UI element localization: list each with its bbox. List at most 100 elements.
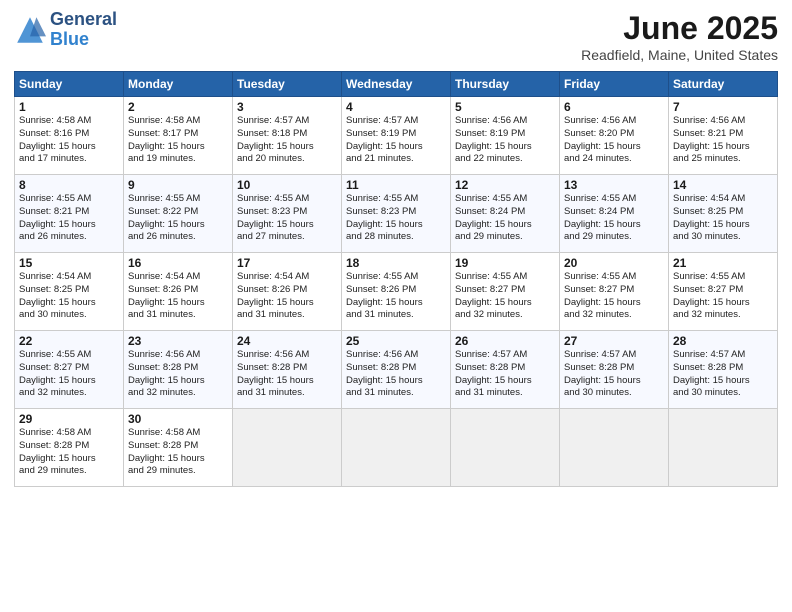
- calendar-cell: 7Sunrise: 4:56 AM Sunset: 8:21 PM Daylig…: [669, 97, 778, 175]
- day-info: Sunrise: 4:55 AM Sunset: 8:27 PM Dayligh…: [564, 271, 664, 322]
- calendar-cell: 25Sunrise: 4:56 AM Sunset: 8:28 PM Dayli…: [342, 331, 451, 409]
- page: General Blue June 2025 Readfield, Maine,…: [0, 0, 792, 612]
- calendar-cell: [560, 409, 669, 487]
- day-info: Sunrise: 4:54 AM Sunset: 8:25 PM Dayligh…: [19, 271, 119, 322]
- day-number: 25: [346, 334, 446, 348]
- calendar-week-1: 1Sunrise: 4:58 AM Sunset: 8:16 PM Daylig…: [15, 97, 778, 175]
- calendar-cell: 11Sunrise: 4:55 AM Sunset: 8:23 PM Dayli…: [342, 175, 451, 253]
- calendar-cell: 17Sunrise: 4:54 AM Sunset: 8:26 PM Dayli…: [233, 253, 342, 331]
- calendar-cell: 19Sunrise: 4:55 AM Sunset: 8:27 PM Dayli…: [451, 253, 560, 331]
- calendar-cell: 2Sunrise: 4:58 AM Sunset: 8:17 PM Daylig…: [124, 97, 233, 175]
- calendar-cell: [451, 409, 560, 487]
- calendar-cell: 28Sunrise: 4:57 AM Sunset: 8:28 PM Dayli…: [669, 331, 778, 409]
- day-info: Sunrise: 4:54 AM Sunset: 8:25 PM Dayligh…: [673, 193, 773, 244]
- weekday-header-wednesday: Wednesday: [342, 72, 451, 97]
- weekday-header-sunday: Sunday: [15, 72, 124, 97]
- month-title: June 2025: [581, 10, 778, 47]
- day-number: 27: [564, 334, 664, 348]
- day-number: 2: [128, 100, 228, 114]
- calendar-cell: 26Sunrise: 4:57 AM Sunset: 8:28 PM Dayli…: [451, 331, 560, 409]
- day-number: 12: [455, 178, 555, 192]
- calendar-cell: [233, 409, 342, 487]
- day-info: Sunrise: 4:55 AM Sunset: 8:23 PM Dayligh…: [237, 193, 337, 244]
- day-info: Sunrise: 4:57 AM Sunset: 8:28 PM Dayligh…: [455, 349, 555, 400]
- day-info: Sunrise: 4:54 AM Sunset: 8:26 PM Dayligh…: [237, 271, 337, 322]
- calendar-cell: 15Sunrise: 4:54 AM Sunset: 8:25 PM Dayli…: [15, 253, 124, 331]
- location: Readfield, Maine, United States: [581, 47, 778, 63]
- day-info: Sunrise: 4:58 AM Sunset: 8:28 PM Dayligh…: [128, 427, 228, 478]
- calendar-table: SundayMondayTuesdayWednesdayThursdayFrid…: [14, 71, 778, 487]
- day-number: 28: [673, 334, 773, 348]
- logo-icon: [14, 14, 46, 46]
- logo: General Blue: [14, 10, 117, 50]
- day-number: 24: [237, 334, 337, 348]
- calendar-cell: 30Sunrise: 4:58 AM Sunset: 8:28 PM Dayli…: [124, 409, 233, 487]
- weekday-header-row: SundayMondayTuesdayWednesdayThursdayFrid…: [15, 72, 778, 97]
- day-info: Sunrise: 4:56 AM Sunset: 8:28 PM Dayligh…: [128, 349, 228, 400]
- calendar-cell: 9Sunrise: 4:55 AM Sunset: 8:22 PM Daylig…: [124, 175, 233, 253]
- calendar-cell: 10Sunrise: 4:55 AM Sunset: 8:23 PM Dayli…: [233, 175, 342, 253]
- calendar-cell: 27Sunrise: 4:57 AM Sunset: 8:28 PM Dayli…: [560, 331, 669, 409]
- day-number: 10: [237, 178, 337, 192]
- calendar-cell: 21Sunrise: 4:55 AM Sunset: 8:27 PM Dayli…: [669, 253, 778, 331]
- logo-blue-text: Blue: [50, 30, 117, 50]
- day-number: 17: [237, 256, 337, 270]
- day-number: 20: [564, 256, 664, 270]
- day-number: 14: [673, 178, 773, 192]
- weekday-header-thursday: Thursday: [451, 72, 560, 97]
- calendar-week-3: 15Sunrise: 4:54 AM Sunset: 8:25 PM Dayli…: [15, 253, 778, 331]
- day-info: Sunrise: 4:58 AM Sunset: 8:16 PM Dayligh…: [19, 115, 119, 166]
- calendar-cell: [669, 409, 778, 487]
- header: General Blue June 2025 Readfield, Maine,…: [14, 10, 778, 63]
- day-info: Sunrise: 4:56 AM Sunset: 8:19 PM Dayligh…: [455, 115, 555, 166]
- day-info: Sunrise: 4:55 AM Sunset: 8:21 PM Dayligh…: [19, 193, 119, 244]
- day-info: Sunrise: 4:58 AM Sunset: 8:28 PM Dayligh…: [19, 427, 119, 478]
- calendar-cell: 3Sunrise: 4:57 AM Sunset: 8:18 PM Daylig…: [233, 97, 342, 175]
- day-info: Sunrise: 4:56 AM Sunset: 8:21 PM Dayligh…: [673, 115, 773, 166]
- day-info: Sunrise: 4:56 AM Sunset: 8:28 PM Dayligh…: [237, 349, 337, 400]
- day-number: 6: [564, 100, 664, 114]
- day-info: Sunrise: 4:55 AM Sunset: 8:26 PM Dayligh…: [346, 271, 446, 322]
- calendar-cell: 14Sunrise: 4:54 AM Sunset: 8:25 PM Dayli…: [669, 175, 778, 253]
- weekday-header-saturday: Saturday: [669, 72, 778, 97]
- day-number: 11: [346, 178, 446, 192]
- calendar-cell: 8Sunrise: 4:55 AM Sunset: 8:21 PM Daylig…: [15, 175, 124, 253]
- calendar-week-4: 22Sunrise: 4:55 AM Sunset: 8:27 PM Dayli…: [15, 331, 778, 409]
- calendar-cell: 5Sunrise: 4:56 AM Sunset: 8:19 PM Daylig…: [451, 97, 560, 175]
- calendar-cell: 20Sunrise: 4:55 AM Sunset: 8:27 PM Dayli…: [560, 253, 669, 331]
- day-info: Sunrise: 4:55 AM Sunset: 8:27 PM Dayligh…: [455, 271, 555, 322]
- day-number: 4: [346, 100, 446, 114]
- day-info: Sunrise: 4:57 AM Sunset: 8:19 PM Dayligh…: [346, 115, 446, 166]
- calendar-cell: 18Sunrise: 4:55 AM Sunset: 8:26 PM Dayli…: [342, 253, 451, 331]
- day-number: 30: [128, 412, 228, 426]
- calendar-cell: 13Sunrise: 4:55 AM Sunset: 8:24 PM Dayli…: [560, 175, 669, 253]
- logo-general-text: General: [50, 10, 117, 30]
- weekday-header-tuesday: Tuesday: [233, 72, 342, 97]
- weekday-header-monday: Monday: [124, 72, 233, 97]
- calendar-cell: 22Sunrise: 4:55 AM Sunset: 8:27 PM Dayli…: [15, 331, 124, 409]
- day-info: Sunrise: 4:55 AM Sunset: 8:23 PM Dayligh…: [346, 193, 446, 244]
- calendar-week-5: 29Sunrise: 4:58 AM Sunset: 8:28 PM Dayli…: [15, 409, 778, 487]
- day-number: 16: [128, 256, 228, 270]
- calendar-cell: 1Sunrise: 4:58 AM Sunset: 8:16 PM Daylig…: [15, 97, 124, 175]
- day-number: 15: [19, 256, 119, 270]
- logo-text: General Blue: [50, 10, 117, 50]
- day-number: 21: [673, 256, 773, 270]
- calendar-cell: 29Sunrise: 4:58 AM Sunset: 8:28 PM Dayli…: [15, 409, 124, 487]
- day-number: 26: [455, 334, 555, 348]
- day-number: 29: [19, 412, 119, 426]
- calendar-cell: [342, 409, 451, 487]
- day-info: Sunrise: 4:58 AM Sunset: 8:17 PM Dayligh…: [128, 115, 228, 166]
- day-number: 18: [346, 256, 446, 270]
- day-info: Sunrise: 4:56 AM Sunset: 8:28 PM Dayligh…: [346, 349, 446, 400]
- day-info: Sunrise: 4:57 AM Sunset: 8:28 PM Dayligh…: [564, 349, 664, 400]
- day-number: 7: [673, 100, 773, 114]
- title-block: June 2025 Readfield, Maine, United State…: [581, 10, 778, 63]
- day-info: Sunrise: 4:55 AM Sunset: 8:27 PM Dayligh…: [673, 271, 773, 322]
- calendar-cell: 16Sunrise: 4:54 AM Sunset: 8:26 PM Dayli…: [124, 253, 233, 331]
- day-number: 13: [564, 178, 664, 192]
- calendar-week-2: 8Sunrise: 4:55 AM Sunset: 8:21 PM Daylig…: [15, 175, 778, 253]
- day-info: Sunrise: 4:57 AM Sunset: 8:18 PM Dayligh…: [237, 115, 337, 166]
- calendar-cell: 12Sunrise: 4:55 AM Sunset: 8:24 PM Dayli…: [451, 175, 560, 253]
- calendar-cell: 4Sunrise: 4:57 AM Sunset: 8:19 PM Daylig…: [342, 97, 451, 175]
